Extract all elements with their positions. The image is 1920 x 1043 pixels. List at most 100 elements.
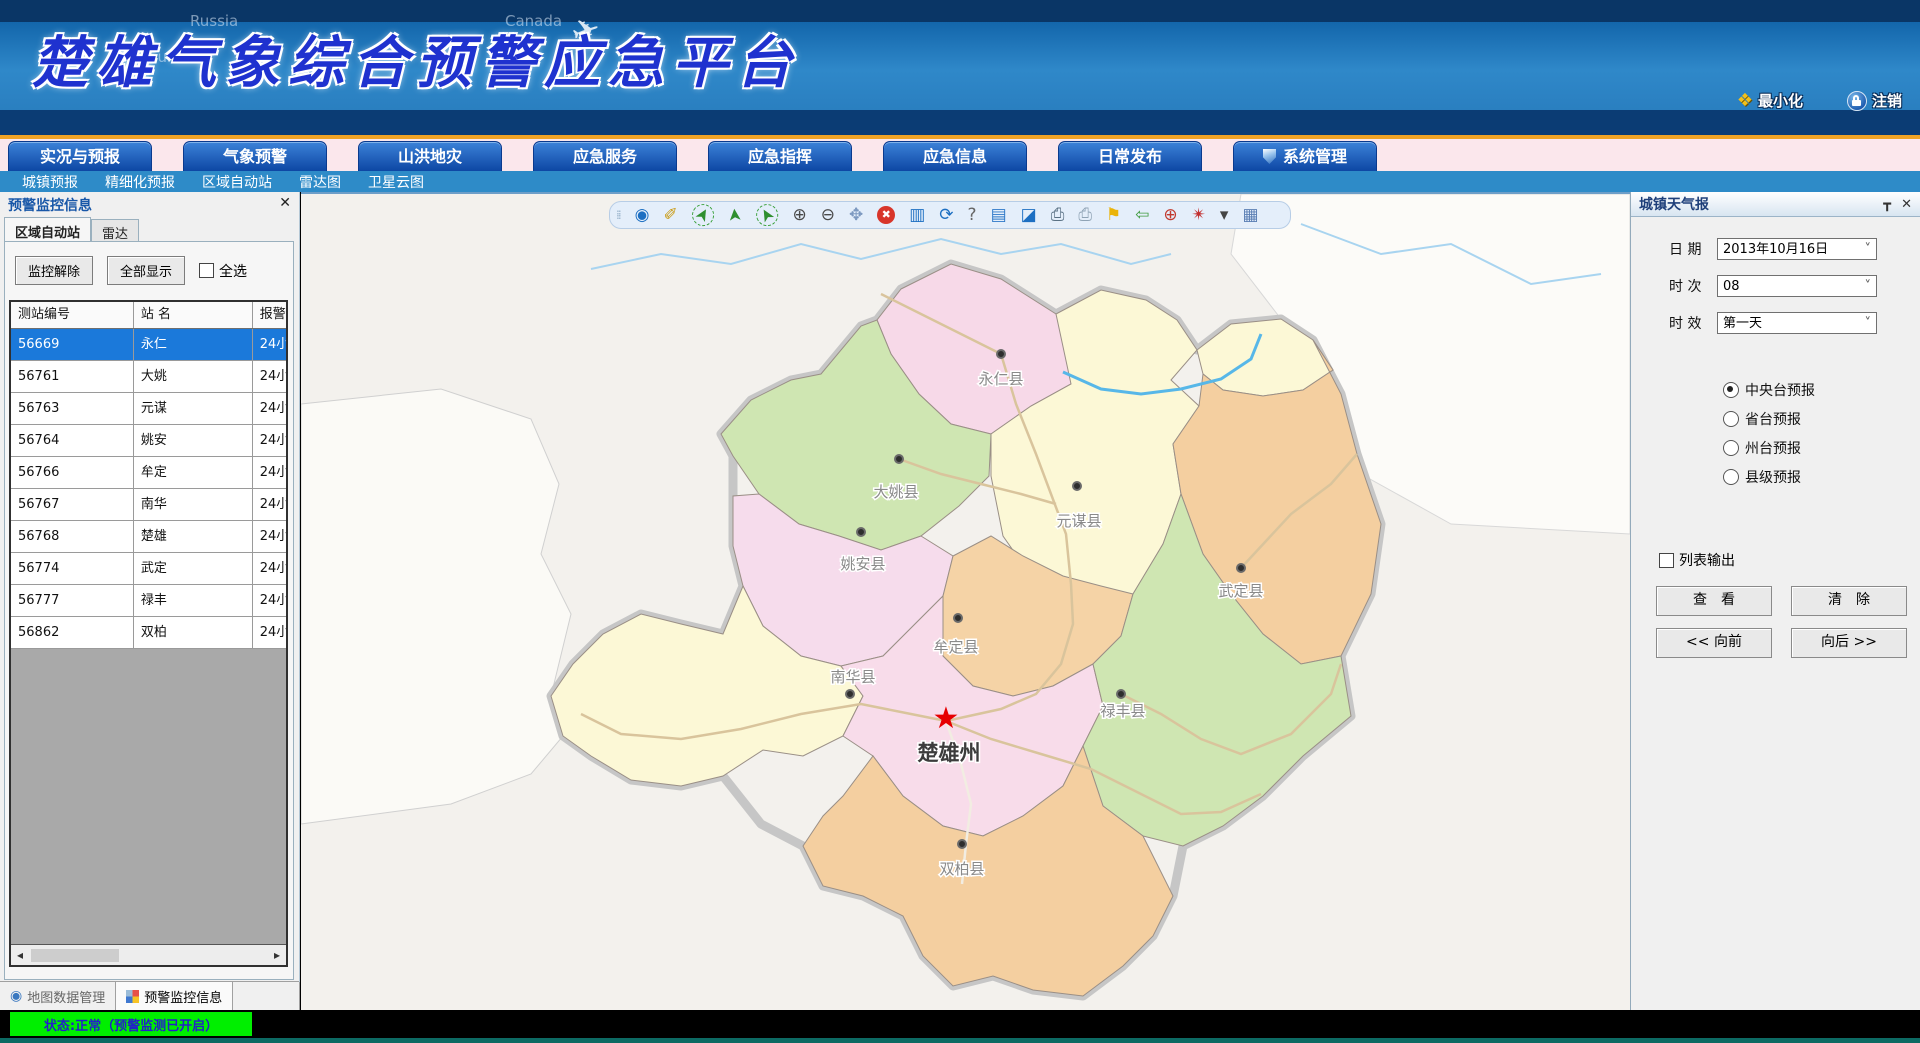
table-row[interactable]: 56768楚雄24小时 xyxy=(11,521,286,553)
measure-icon[interactable]: ✐ xyxy=(663,205,677,225)
identify-icon[interactable]: ? xyxy=(968,205,977,225)
show-all-button[interactable]: 全部显示 xyxy=(107,256,185,285)
radio-icon[interactable] xyxy=(1723,382,1739,398)
subnav-item[interactable]: 城镇预报 xyxy=(22,172,78,192)
clear-button[interactable]: 清 除 xyxy=(1791,586,1907,616)
globe-icon[interactable]: ◉ xyxy=(635,205,650,225)
previous-button[interactable]: << 向前 xyxy=(1656,628,1772,658)
panel-title: 城镇天气报 xyxy=(1639,194,1873,214)
prefecture-map[interactable]: ★ 永仁县 大姚县 元谋县 姚安县 武定县 牟定县 南华县 禄丰县 双柏县 楚雄… xyxy=(301,194,1630,1010)
nav-tab[interactable]: 山洪地灾 xyxy=(358,141,502,171)
print-setup-icon[interactable]: ⎙ xyxy=(1078,205,1092,225)
subnav-item[interactable]: 精细化预报 xyxy=(105,172,175,192)
station-id-cell: 56766 xyxy=(11,457,134,488)
alarm-cell: 24小时 xyxy=(253,617,286,648)
column-header[interactable]: 报警 xyxy=(253,302,286,328)
nav-tab[interactable]: 实况与预报 xyxy=(8,141,152,171)
stop-icon[interactable]: ✖ xyxy=(877,206,895,224)
next-button[interactable]: 向后 >> xyxy=(1791,628,1907,658)
marker-icon[interactable]: ⚑ xyxy=(1106,205,1121,225)
zoom-in-icon[interactable]: ⊕ xyxy=(792,205,806,225)
nav-tab[interactable]: 气象预警 xyxy=(183,141,327,171)
bottom-tab[interactable]: 预警监控信息 xyxy=(116,982,233,1010)
nav-tab[interactable]: 应急信息 xyxy=(883,141,1027,171)
view-button[interactable]: 查 看 xyxy=(1656,586,1772,616)
pan-icon[interactable]: ✥ xyxy=(849,205,863,225)
back-icon[interactable]: ⇦ xyxy=(1135,205,1149,225)
table-row[interactable]: 56669永仁24小时 xyxy=(11,329,286,361)
logout-label: 注销 xyxy=(1872,90,1902,111)
date-select[interactable]: 2013年10月16日 ˅ xyxy=(1717,238,1877,260)
select-lasso-icon[interactable]: ➤ xyxy=(752,200,782,230)
list-output-option[interactable]: 列表输出 xyxy=(1659,550,1735,570)
nav-tab[interactable]: 系统管理 xyxy=(1233,141,1377,171)
subnav-item[interactable]: 雷达图 xyxy=(299,172,341,192)
list-output-checkbox[interactable] xyxy=(1659,553,1674,568)
nav-tab[interactable]: 应急服务 xyxy=(533,141,677,171)
select-all-checkbox[interactable] xyxy=(199,263,214,278)
layers-map-icon[interactable]: ▦ xyxy=(1242,205,1258,225)
legend-icon[interactable]: ▤ xyxy=(991,205,1007,225)
scrollbar-thumb[interactable] xyxy=(31,949,119,962)
print-icon[interactable]: ⎙ xyxy=(1051,205,1065,225)
table-row[interactable]: 56777禄丰24小时 xyxy=(11,585,286,617)
status-indicator: 状态:正常（预警监测已开启） xyxy=(10,1012,252,1036)
close-icon[interactable]: ✕ xyxy=(1901,197,1912,212)
bottom-tab[interactable]: ◉地图数据管理 xyxy=(0,982,116,1010)
forecast-radio-3[interactable]: 县级预报 xyxy=(1723,467,1801,487)
toolbar-grip[interactable]: ⁞⁞ xyxy=(616,208,620,222)
table-row[interactable]: 56766牟定24小时 xyxy=(11,457,286,489)
compass-icon[interactable]: ✴ xyxy=(1192,205,1206,225)
table-row[interactable]: 56763元谋24小时 xyxy=(11,393,286,425)
subnav-item[interactable]: 卫星云图 xyxy=(368,172,424,192)
subnav-item[interactable]: 区域自动站 xyxy=(202,172,272,192)
forecast-radio-0[interactable]: 中央台预报 xyxy=(1723,380,1815,400)
app-banner: Russia Canada Euro ✈ 楚雄气象综合预警应急平台 ❖ 最小化 … xyxy=(0,0,1920,135)
table-row[interactable]: 56862双柏24小时 xyxy=(11,617,286,649)
column-header[interactable]: 站 名 xyxy=(134,302,253,328)
time-select[interactable]: 08 ˅ xyxy=(1717,275,1877,297)
alarm-cell: 24小时 xyxy=(253,425,286,456)
table-row[interactable]: 56774武定24小时 xyxy=(11,553,286,585)
pin-icon[interactable]: ┳ xyxy=(1883,197,1891,212)
radio-icon[interactable] xyxy=(1723,469,1739,485)
zoom-out-icon[interactable]: ⊖ xyxy=(821,205,835,225)
scroll-right-icon[interactable]: ▸ xyxy=(268,948,286,962)
table-row[interactable]: 56761大姚24小时 xyxy=(11,361,286,393)
table-rows: 56669永仁24小时56761大姚24小时56763元谋24小时56764姚安… xyxy=(11,329,286,649)
release-monitor-button[interactable]: 监控解除 xyxy=(15,256,93,285)
map-area[interactable]: ★ 永仁县 大姚县 元谋县 姚安县 武定县 牟定县 南华县 禄丰县 双柏县 楚雄… xyxy=(301,192,1630,1010)
svg-text:双柏县: 双柏县 xyxy=(939,860,984,878)
refresh-view-icon[interactable]: ⟳ xyxy=(939,205,953,225)
validity-select[interactable]: 第一天 ˅ xyxy=(1717,312,1877,334)
nav-tab[interactable]: 应急指挥 xyxy=(708,141,852,171)
table-row[interactable]: 56764姚安24小时 xyxy=(11,425,286,457)
station-name-cell: 姚安 xyxy=(134,425,253,456)
table-row[interactable]: 56767南华24小时 xyxy=(11,489,286,521)
lock-icon xyxy=(1847,91,1867,111)
svg-text:姚安县: 姚安县 xyxy=(840,555,885,573)
svg-text:元谋县: 元谋县 xyxy=(1056,512,1101,530)
image-export-icon[interactable]: ◪ xyxy=(1021,205,1037,225)
radio-icon[interactable] xyxy=(1723,440,1739,456)
validity-field-row: 时 效 第一天 ˅ xyxy=(1669,312,1877,334)
banner-bottom-strip xyxy=(0,110,1920,135)
minimize-button[interactable]: ❖ 最小化 xyxy=(1737,90,1803,111)
column-header[interactable]: 测站编号 xyxy=(11,302,134,328)
forecast-radio-2[interactable]: 州台预报 xyxy=(1723,438,1801,458)
add-layer-icon[interactable]: ⊕ xyxy=(1163,205,1177,225)
select-point-icon[interactable]: ➤ xyxy=(688,200,718,230)
forecast-radio-1[interactable]: 省台预报 xyxy=(1723,409,1801,429)
list-output-label: 列表输出 xyxy=(1679,550,1735,570)
nav-tab[interactable]: 日常发布 xyxy=(1058,141,1202,171)
station-id-cell: 56763 xyxy=(11,393,134,424)
horizontal-scrollbar[interactable]: ◂ ▸ xyxy=(11,944,286,965)
logout-button[interactable]: 注销 xyxy=(1847,90,1902,111)
warning-monitor-panel: 预警监控信息 ✕ 区域自动站雷达 监控解除 全部显示 全选 测站编号站 名报警 … xyxy=(0,192,300,1010)
select-arrow-icon[interactable]: ➤ xyxy=(725,207,746,223)
radio-icon[interactable] xyxy=(1723,411,1739,427)
dropdown-caret-icon[interactable]: ▾ xyxy=(1220,205,1229,225)
close-icon[interactable]: ✕ xyxy=(279,195,291,211)
overview-window-icon[interactable]: ▥ xyxy=(909,205,925,225)
scroll-left-icon[interactable]: ◂ xyxy=(11,948,29,962)
